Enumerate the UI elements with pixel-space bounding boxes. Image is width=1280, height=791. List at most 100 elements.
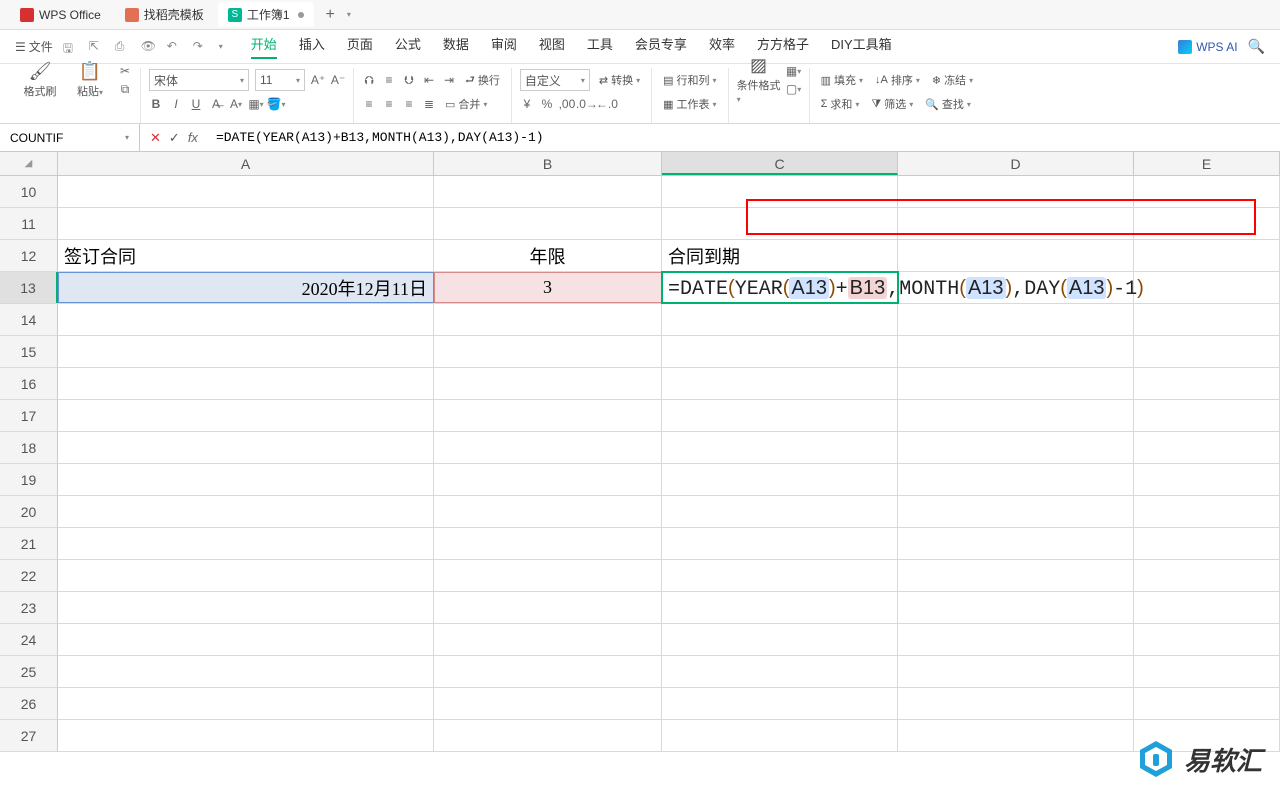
dec-inc-icon[interactable]: .0→ [580, 97, 594, 111]
cell-B23[interactable] [434, 592, 662, 623]
cell-B25[interactable] [434, 656, 662, 687]
col-A[interactable]: A [58, 152, 434, 175]
merge-button[interactable]: ▭合并▾ [442, 95, 490, 113]
cell-A15[interactable] [58, 336, 434, 367]
cell-B27[interactable] [434, 720, 662, 751]
row-header[interactable]: 26 [0, 688, 58, 719]
cell-D23[interactable] [898, 592, 1134, 623]
cell-D10[interactable] [898, 176, 1134, 207]
cell-D16[interactable] [898, 368, 1134, 399]
align-right-icon[interactable]: ≡ [402, 97, 416, 111]
tab-view[interactable]: 视图 [539, 34, 565, 59]
cell-E19[interactable] [1134, 464, 1280, 495]
accept-formula-icon[interactable]: ✓ [169, 130, 180, 146]
cell-A13[interactable]: 2020年12月11日 [58, 272, 434, 303]
cell-C26[interactable] [662, 688, 898, 719]
convert-button[interactable]: ⇄转换▾ [596, 71, 643, 89]
row-header[interactable]: 24 [0, 624, 58, 655]
cell-E24[interactable] [1134, 624, 1280, 655]
undo-icon[interactable]: ↶ [167, 39, 183, 55]
cell-D12[interactable] [898, 240, 1134, 271]
paste-button[interactable]: 📋粘贴▾ [68, 61, 112, 99]
cancel-formula-icon[interactable]: ✕ [150, 130, 161, 146]
cell-B22[interactable] [434, 560, 662, 591]
row-header[interactable]: 27 [0, 720, 58, 751]
row-header[interactable]: 19 [0, 464, 58, 495]
cell-E16[interactable] [1134, 368, 1280, 399]
cell-B15[interactable] [434, 336, 662, 367]
shrink-font-icon[interactable]: A⁻ [331, 73, 345, 87]
format-painter-button[interactable]: 🖌格式刷 [18, 61, 62, 99]
cell-B14[interactable] [434, 304, 662, 335]
cell-D18[interactable] [898, 432, 1134, 463]
cell-D24[interactable] [898, 624, 1134, 655]
fx-icon[interactable]: fx [188, 130, 198, 145]
row-header[interactable]: 18 [0, 432, 58, 463]
cell-A11[interactable] [58, 208, 434, 239]
cell-E12[interactable] [1134, 240, 1280, 271]
cell-B12[interactable]: 年限 [434, 240, 662, 271]
cond-format-button[interactable]: ▨条件格式▾ [737, 55, 781, 105]
wps-ai-button[interactable]: WPS AI [1178, 40, 1237, 54]
justify-icon[interactable]: ≣ [422, 97, 436, 111]
cell-D26[interactable] [898, 688, 1134, 719]
number-format-select[interactable]: 自定义▾ [520, 69, 590, 91]
indent-dec-icon[interactable]: ⇤ [422, 73, 436, 87]
select-all-corner[interactable]: ◢ [0, 152, 58, 175]
cell-E15[interactable] [1134, 336, 1280, 367]
redo-icon[interactable]: ↷ [193, 39, 209, 55]
dec-dec-icon[interactable]: ←.0 [600, 97, 614, 111]
cell-D25[interactable] [898, 656, 1134, 687]
tab-efficiency[interactable]: 效率 [709, 34, 735, 59]
cell-A23[interactable] [58, 592, 434, 623]
indent-inc-icon[interactable]: ⇥ [442, 73, 456, 87]
cell-E20[interactable] [1134, 496, 1280, 527]
strike-icon[interactable]: A̶ [209, 97, 223, 111]
app-tab-wps[interactable]: WPS Office [10, 4, 111, 26]
app-tab-workbook[interactable]: S工作簿1 [218, 2, 314, 27]
tab-tools[interactable]: 工具 [587, 34, 613, 59]
cell-A16[interactable] [58, 368, 434, 399]
cell-C16[interactable] [662, 368, 898, 399]
cut-icon[interactable]: ✂ [118, 64, 132, 78]
align-center-icon[interactable]: ≡ [382, 97, 396, 111]
tab-start[interactable]: 开始 [251, 34, 277, 59]
cell-C14[interactable] [662, 304, 898, 335]
cell-A18[interactable] [58, 432, 434, 463]
cell-C13[interactable]: =DATE(YEAR(A13)+B13,MONTH(A13),DAY(A13)-… [662, 272, 898, 303]
underline-icon[interactable]: U [189, 97, 203, 111]
cell-B26[interactable] [434, 688, 662, 719]
cell-A22[interactable] [58, 560, 434, 591]
cell-D14[interactable] [898, 304, 1134, 335]
cell-C24[interactable] [662, 624, 898, 655]
cell-E11[interactable] [1134, 208, 1280, 239]
fill-color-icon[interactable]: 🪣▾ [269, 97, 283, 111]
cell-C12[interactable]: 合同到期 [662, 240, 898, 271]
tab-data[interactable]: 数据 [443, 34, 469, 59]
size-select[interactable]: 11▾ [255, 69, 305, 91]
cell-A24[interactable] [58, 624, 434, 655]
currency-icon[interactable]: ¥ [520, 97, 534, 111]
file-menu[interactable]: ☰ 文件 [15, 38, 53, 55]
col-E[interactable]: E [1134, 152, 1280, 175]
app-tab-template[interactable]: 找稻壳模板 [115, 2, 214, 27]
cell-B24[interactable] [434, 624, 662, 655]
freeze-button[interactable]: ❄冻结▾ [929, 71, 976, 89]
cell-C17[interactable] [662, 400, 898, 431]
cell-B21[interactable] [434, 528, 662, 559]
print-icon[interactable]: ⎙ [115, 39, 131, 55]
cell-D22[interactable] [898, 560, 1134, 591]
rowcol-button[interactable]: ▤行和列▾ [660, 71, 719, 89]
tab-menu-chevron-icon[interactable]: ▾ [347, 10, 351, 19]
cell-C23[interactable] [662, 592, 898, 623]
cell-C15[interactable] [662, 336, 898, 367]
align-mid-icon[interactable]: ≡ [382, 73, 396, 87]
cell-E13[interactable] [1134, 272, 1280, 303]
cell-A27[interactable] [58, 720, 434, 751]
percent-icon[interactable]: % [540, 97, 554, 111]
cell-C25[interactable] [662, 656, 898, 687]
cell-E26[interactable] [1134, 688, 1280, 719]
cell-A12[interactable]: 签订合同 [58, 240, 434, 271]
row-header[interactable]: 12 [0, 240, 58, 271]
font-select[interactable]: 宋体▾ [149, 69, 249, 91]
